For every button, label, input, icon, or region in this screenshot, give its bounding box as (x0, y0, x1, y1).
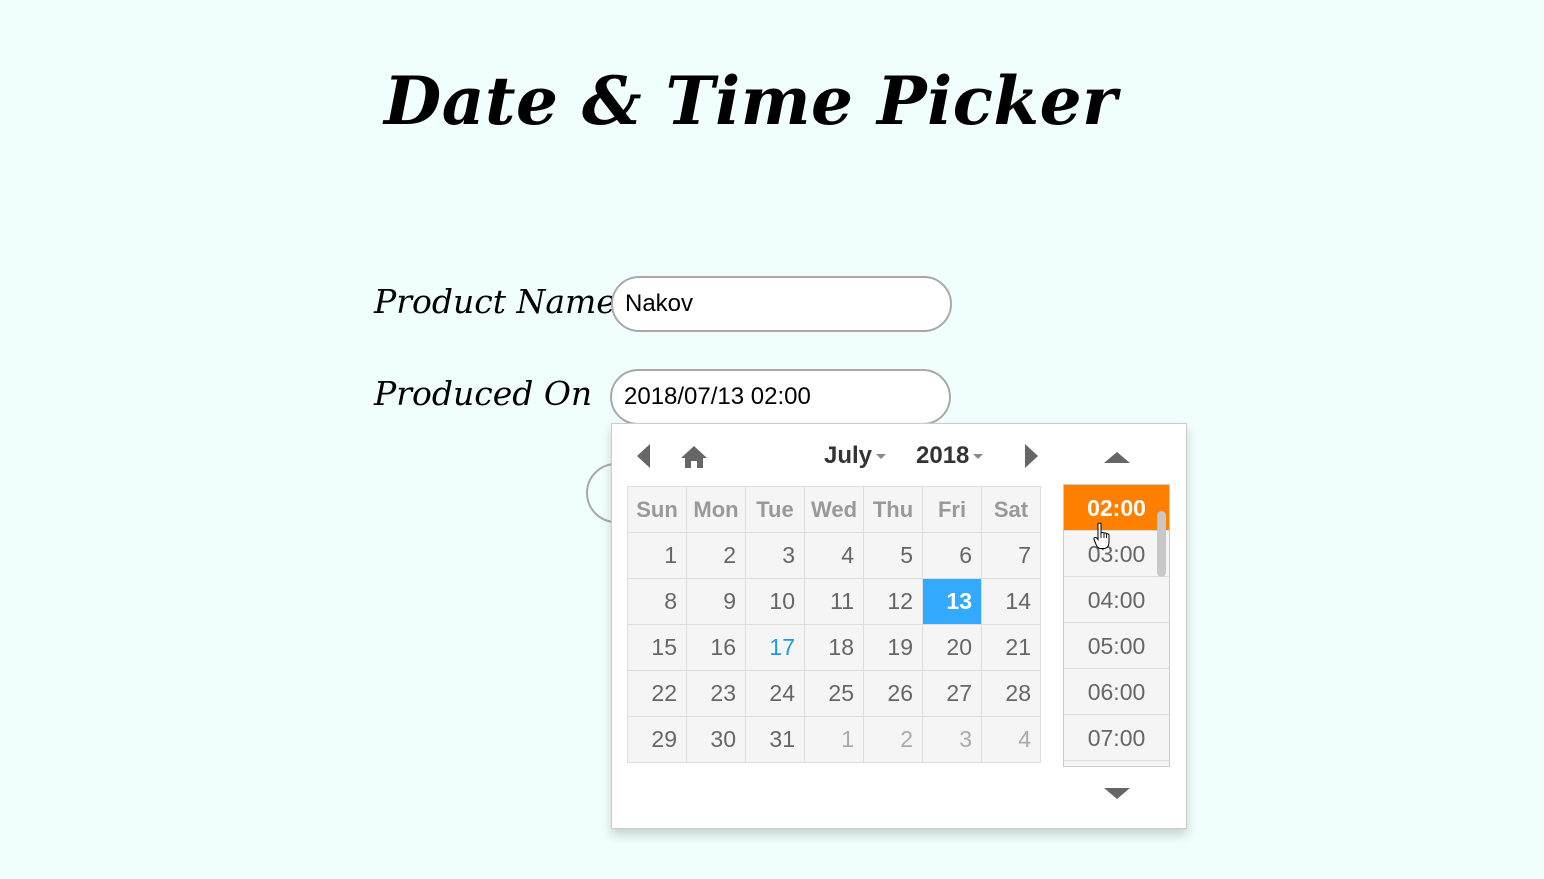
day-cell[interactable]: 31 (745, 716, 805, 763)
time-item[interactable]: 03:00 (1064, 531, 1169, 577)
home-icon[interactable] (679, 444, 709, 470)
day-cell-next-month[interactable]: 2 (863, 716, 923, 763)
week-row: 29 30 31 1 2 3 4 (627, 716, 1041, 763)
day-cell[interactable]: 19 (863, 624, 923, 671)
day-cell-next-month[interactable]: 1 (804, 716, 864, 763)
next-month-icon[interactable] (1025, 444, 1038, 468)
day-cell[interactable]: 29 (627, 716, 687, 763)
year-label: 2018 (916, 442, 970, 469)
time-scroll-down-icon[interactable] (1104, 788, 1130, 799)
page-title: Date & Time Picker (384, 62, 1118, 140)
day-cell[interactable]: 26 (863, 670, 923, 717)
weekday-header: Mon (686, 486, 746, 533)
weekday-header: Sat (981, 486, 1041, 533)
day-cell[interactable]: 18 (804, 624, 864, 671)
day-cell[interactable]: 12 (863, 578, 923, 625)
time-item[interactable]: 04:00 (1064, 577, 1169, 623)
day-cell[interactable]: 27 (922, 670, 982, 717)
day-cell[interactable]: 21 (981, 624, 1041, 671)
week-row: 15 16 17 18 19 20 21 (627, 624, 1041, 671)
chevron-down-icon (973, 454, 984, 460)
day-cell[interactable]: 20 (922, 624, 982, 671)
day-cell[interactable]: 23 (686, 670, 746, 717)
time-item[interactable]: 07:00 (1064, 715, 1169, 761)
week-row: 1 2 3 4 5 6 7 (627, 532, 1041, 579)
weekday-header: Tue (745, 486, 805, 533)
product-name-label: Product Name (374, 282, 616, 321)
day-cell-next-month[interactable]: 3 (922, 716, 982, 763)
day-cell[interactable]: 25 (804, 670, 864, 717)
day-cell[interactable]: 11 (804, 578, 864, 625)
time-item-selected[interactable]: 02:00 (1064, 485, 1169, 531)
day-cell[interactable]: 22 (627, 670, 687, 717)
day-cell-selected[interactable]: 13 (922, 578, 982, 625)
chevron-down-icon (876, 454, 887, 460)
day-cell[interactable]: 6 (922, 532, 982, 579)
produced-on-input[interactable] (610, 369, 951, 425)
produced-on-label: Produced On (374, 374, 593, 413)
weekday-header: Fri (922, 486, 982, 533)
time-list[interactable]: 02:00 03:00 04:00 05:00 06:00 07:00 (1063, 484, 1170, 767)
year-select[interactable]: 2018 (916, 441, 984, 471)
day-cell[interactable]: 24 (745, 670, 805, 717)
day-cell[interactable]: 9 (686, 578, 746, 625)
week-row: 8 9 10 11 12 13 14 (627, 578, 1041, 625)
time-item[interactable]: 06:00 (1064, 669, 1169, 715)
day-cell[interactable]: 28 (981, 670, 1041, 717)
prev-month-icon[interactable] (637, 444, 650, 468)
datetime-picker-popup: July 2018 Sun Mon Tue Wed Thu Fri Sat 1 … (611, 423, 1187, 829)
product-name-input[interactable] (611, 276, 952, 332)
day-cell-next-month[interactable]: 4 (981, 716, 1041, 763)
calendar-grid: Sun Mon Tue Wed Thu Fri Sat 1 2 3 4 5 6 … (627, 486, 1041, 763)
week-row: 22 23 24 25 26 27 28 (627, 670, 1041, 717)
day-cell[interactable]: 1 (627, 532, 687, 579)
hand-pointer-icon (1093, 522, 1110, 549)
day-cell[interactable]: 4 (804, 532, 864, 579)
day-cell[interactable]: 10 (745, 578, 805, 625)
time-item[interactable]: 05:00 (1064, 623, 1169, 669)
day-cell[interactable]: 15 (627, 624, 687, 671)
day-cell[interactable]: 30 (686, 716, 746, 763)
month-select[interactable]: July (824, 441, 887, 471)
month-label: July (824, 442, 873, 469)
time-scrollbar[interactable] (1157, 511, 1166, 577)
day-cell[interactable]: 8 (627, 578, 687, 625)
weekday-header: Sun (627, 486, 687, 533)
day-cell[interactable]: 16 (686, 624, 746, 671)
weekday-header: Wed (804, 486, 864, 533)
weekday-header: Thu (863, 486, 923, 533)
day-cell[interactable]: 14 (981, 578, 1041, 625)
weekday-header-row: Sun Mon Tue Wed Thu Fri Sat (627, 486, 1041, 533)
day-cell[interactable]: 3 (745, 532, 805, 579)
time-scroll-up-icon[interactable] (1104, 452, 1130, 463)
day-cell[interactable]: 7 (981, 532, 1041, 579)
day-cell-today[interactable]: 17 (745, 624, 805, 671)
day-cell[interactable]: 2 (686, 532, 746, 579)
day-cell[interactable]: 5 (863, 532, 923, 579)
